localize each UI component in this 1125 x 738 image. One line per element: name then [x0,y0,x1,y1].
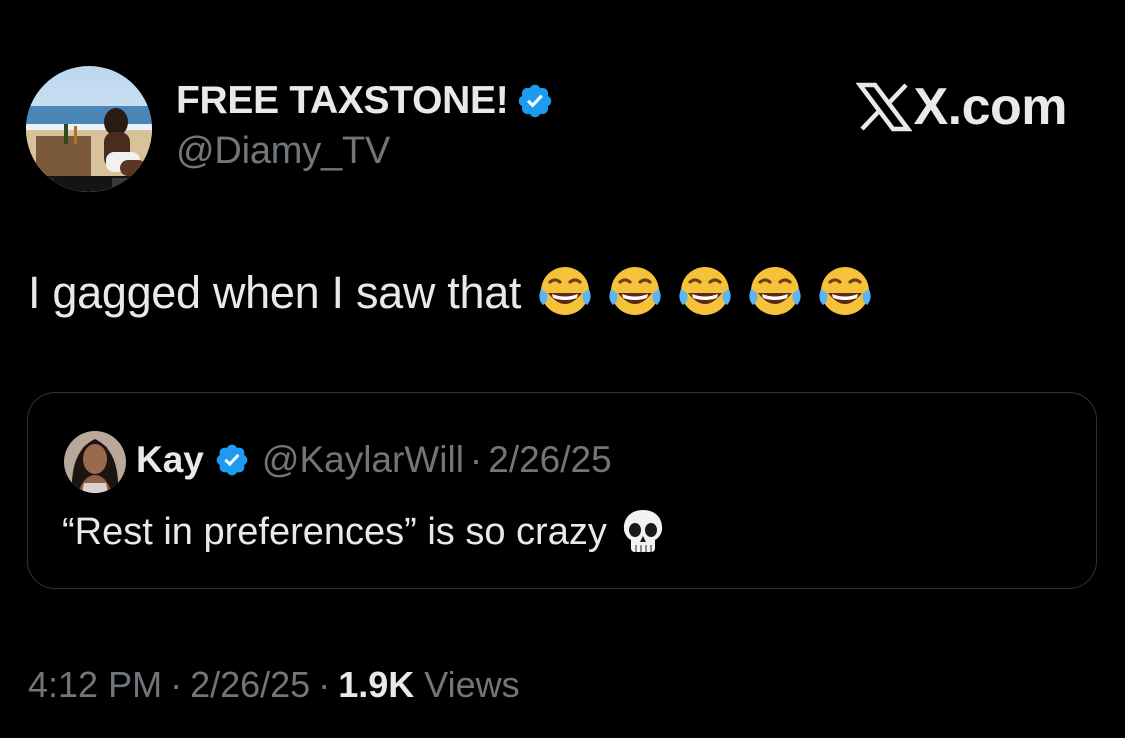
separator-dot: · [469,439,483,480]
skull-emoji-icon [621,508,665,556]
brand-watermark: X.com [855,78,1067,136]
emoji-row [535,263,885,323]
author-avatar[interactable] [26,66,152,192]
tweet-card: FREE TAXSTONE! @Diamy_TV X.com I gagged … [0,0,1125,738]
views-count[interactable]: 1.9K [338,664,414,706]
quoted-tweet-text-content: “Rest in preferences” is so crazy [62,510,607,553]
author-display-name[interactable]: FREE TAXSTONE! [176,79,509,123]
beach-photo-avatar-icon [26,66,152,192]
views-label: Views [424,664,520,705]
quoted-author-avatar[interactable] [64,431,126,493]
separator-dot: · [318,664,331,705]
quoted-tweet-date[interactable]: 2/26/25 [488,439,611,481]
verified-badge-icon [516,82,554,120]
author-handle[interactable]: @Diamy_TV [176,130,390,173]
tears-of-joy-emoji-icon [815,263,875,323]
tears-of-joy-emoji-icon [535,263,595,323]
quoted-tweet-text: “Rest in preferences” is so crazy [62,503,665,561]
x-logo-icon [855,82,913,132]
tweet-text-content: I gagged when I saw that [28,267,522,318]
tears-of-joy-emoji-icon [675,263,735,323]
tweet-date[interactable]: 2/26/25 [190,664,310,706]
tweet-time[interactable]: 4:12 PM [28,664,162,706]
verified-badge-icon [214,442,250,478]
separator-dot: · [170,664,183,705]
brand-text: X.com [913,78,1067,136]
quoted-author-handle[interactable]: @KaylarWill [262,439,464,481]
quoted-author-name[interactable]: Kay [136,439,204,481]
quoted-tweet-header: Kay @KaylarWill · 2/26/25 [136,435,612,485]
tears-of-joy-emoji-icon [745,263,805,323]
portrait-avatar-icon [64,431,126,493]
tweet-meta: 4:12 PM · 2/26/25 · 1.9K Views [28,660,520,710]
tweet-text: I gagged when I saw that [28,262,885,324]
author-name-row[interactable]: FREE TAXSTONE! [176,78,554,124]
tears-of-joy-emoji-icon [605,263,665,323]
quoted-tweet-card[interactable]: Kay @KaylarWill · 2/26/25 “Rest in prefe… [27,392,1097,589]
